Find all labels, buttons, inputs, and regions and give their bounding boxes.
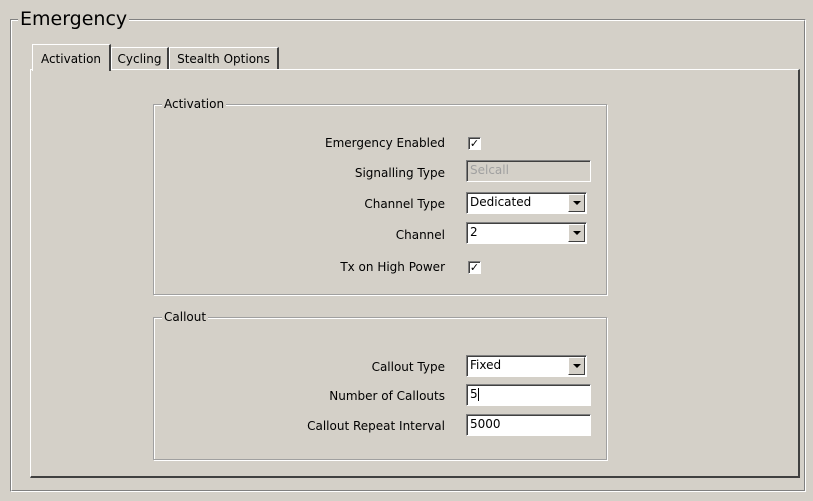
checkmark-icon: ✓ [469, 261, 480, 274]
signalling-type-field: Selcall [466, 160, 591, 182]
tx-high-power-label: Tx on High Power [340, 260, 445, 274]
channel-value: 2 [470, 225, 478, 239]
number-of-callouts-label: Number of Callouts [329, 389, 445, 403]
number-of-callouts-input[interactable]: 5 [466, 384, 591, 406]
channel-select[interactable]: 2 [466, 222, 587, 244]
number-of-callouts-value: 5 [470, 387, 478, 401]
activation-group-title: Activation [162, 97, 227, 111]
signalling-type-label: Signalling Type [354, 166, 445, 180]
tx-high-power-checkbox[interactable]: ✓ [468, 261, 481, 274]
tab-stealth-options[interactable]: Stealth Options [169, 47, 279, 69]
emergency-title: Emergency [18, 7, 130, 31]
tab-cycling[interactable]: Cycling [111, 47, 169, 69]
channel-type-label: Channel Type [364, 197, 445, 211]
chevron-down-icon[interactable] [568, 357, 585, 375]
channel-type-value: Dedicated [470, 195, 532, 209]
tab-activation[interactable]: Activation [32, 44, 111, 71]
channel-label: Channel [395, 228, 445, 242]
emergency-enabled-checkbox[interactable]: ✓ [468, 137, 481, 150]
callout-type-select[interactable]: Fixed [466, 355, 587, 377]
callout-group-title: Callout [162, 310, 209, 324]
emergency-enabled-label: Emergency Enabled [325, 136, 445, 150]
channel-type-select[interactable]: Dedicated [466, 192, 587, 214]
text-caret [477, 388, 479, 401]
callout-type-value: Fixed [470, 358, 502, 372]
chevron-down-icon[interactable] [568, 224, 585, 242]
tab-panel-activation: Activation Emergency Enabled ✓ Signallin… [30, 69, 800, 478]
callout-repeat-interval-input[interactable]: 5000 [466, 414, 591, 436]
callout-type-label: Callout Type [371, 360, 445, 374]
callout-repeat-interval-label: Callout Repeat Interval [307, 419, 445, 433]
chevron-down-icon[interactable] [568, 194, 585, 212]
checkmark-icon: ✓ [469, 137, 480, 150]
